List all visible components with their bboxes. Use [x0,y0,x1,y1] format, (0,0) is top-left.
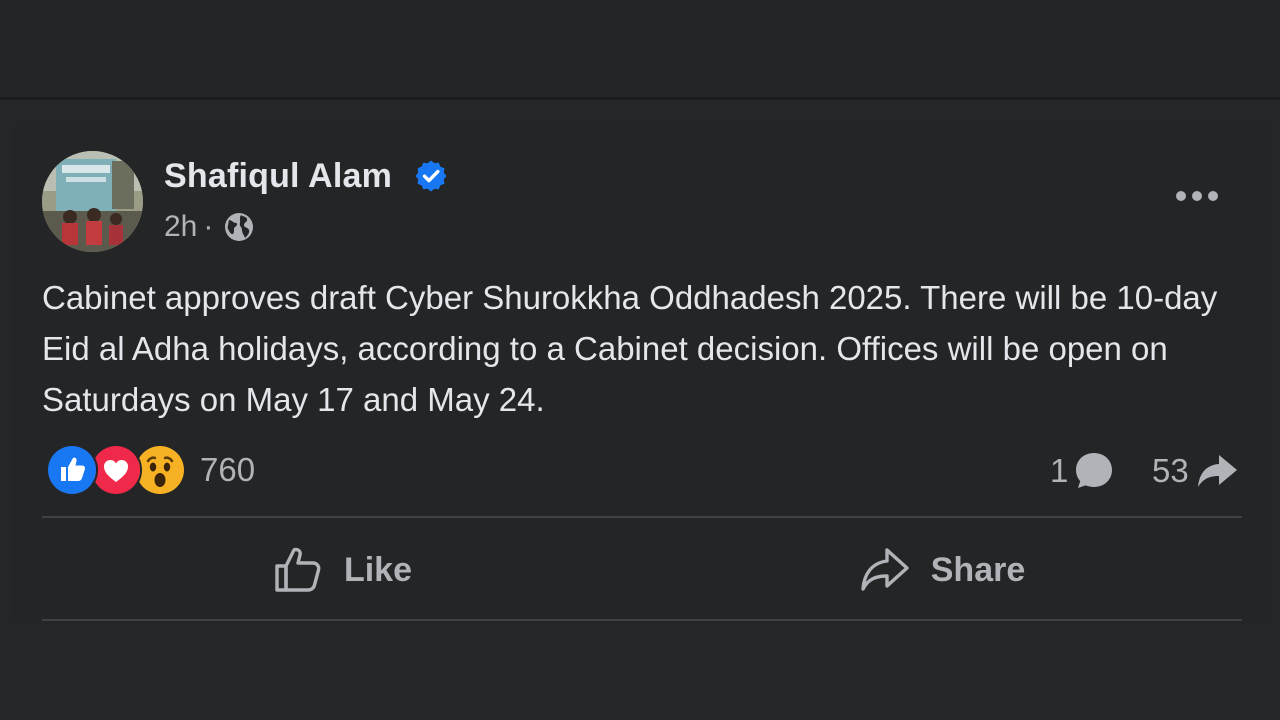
author-name[interactable]: Shafiqul Alam [164,157,392,196]
globe-icon[interactable] [223,211,255,243]
shares-count-value: 53 [1152,452,1189,489]
comments-count-value: 1 [1050,452,1069,489]
meta-separator: · [203,210,214,243]
actions-divider-bottom [42,619,1242,621]
post-timestamp[interactable]: 2h [164,210,197,244]
share-icon [861,548,909,591]
more-options-button[interactable] [1168,176,1226,216]
top-bar [0,0,1280,97]
post-meta: 2h · [164,207,255,247]
more-options-icon [1176,191,1218,201]
like-button-label: Like [343,550,413,589]
share-button-label: Share [930,550,1026,589]
author-avatar[interactable] [42,151,143,252]
actions-divider-top [42,516,1242,518]
like-thumb-icon [275,547,321,592]
share-arrow-icon [1197,455,1237,487]
like-button[interactable]: Like [42,528,642,612]
share-button[interactable]: Share [642,528,1242,612]
verified-badge-icon [415,160,447,192]
shares-count[interactable]: 53 [1152,448,1239,494]
like-reaction-icon [46,444,98,496]
top-bar-shadow [0,97,1280,100]
comment-bubble-icon [1076,453,1113,488]
reaction-count[interactable]: 760 [200,451,255,489]
post-text: Cabinet approves draft Cyber Shurokkha O… [42,279,1218,418]
avatar-image [42,151,143,252]
page-background-bottom [0,622,1280,720]
comments-count[interactable]: 1 [1050,448,1116,494]
reactions-summary[interactable]: 760 [46,444,255,496]
